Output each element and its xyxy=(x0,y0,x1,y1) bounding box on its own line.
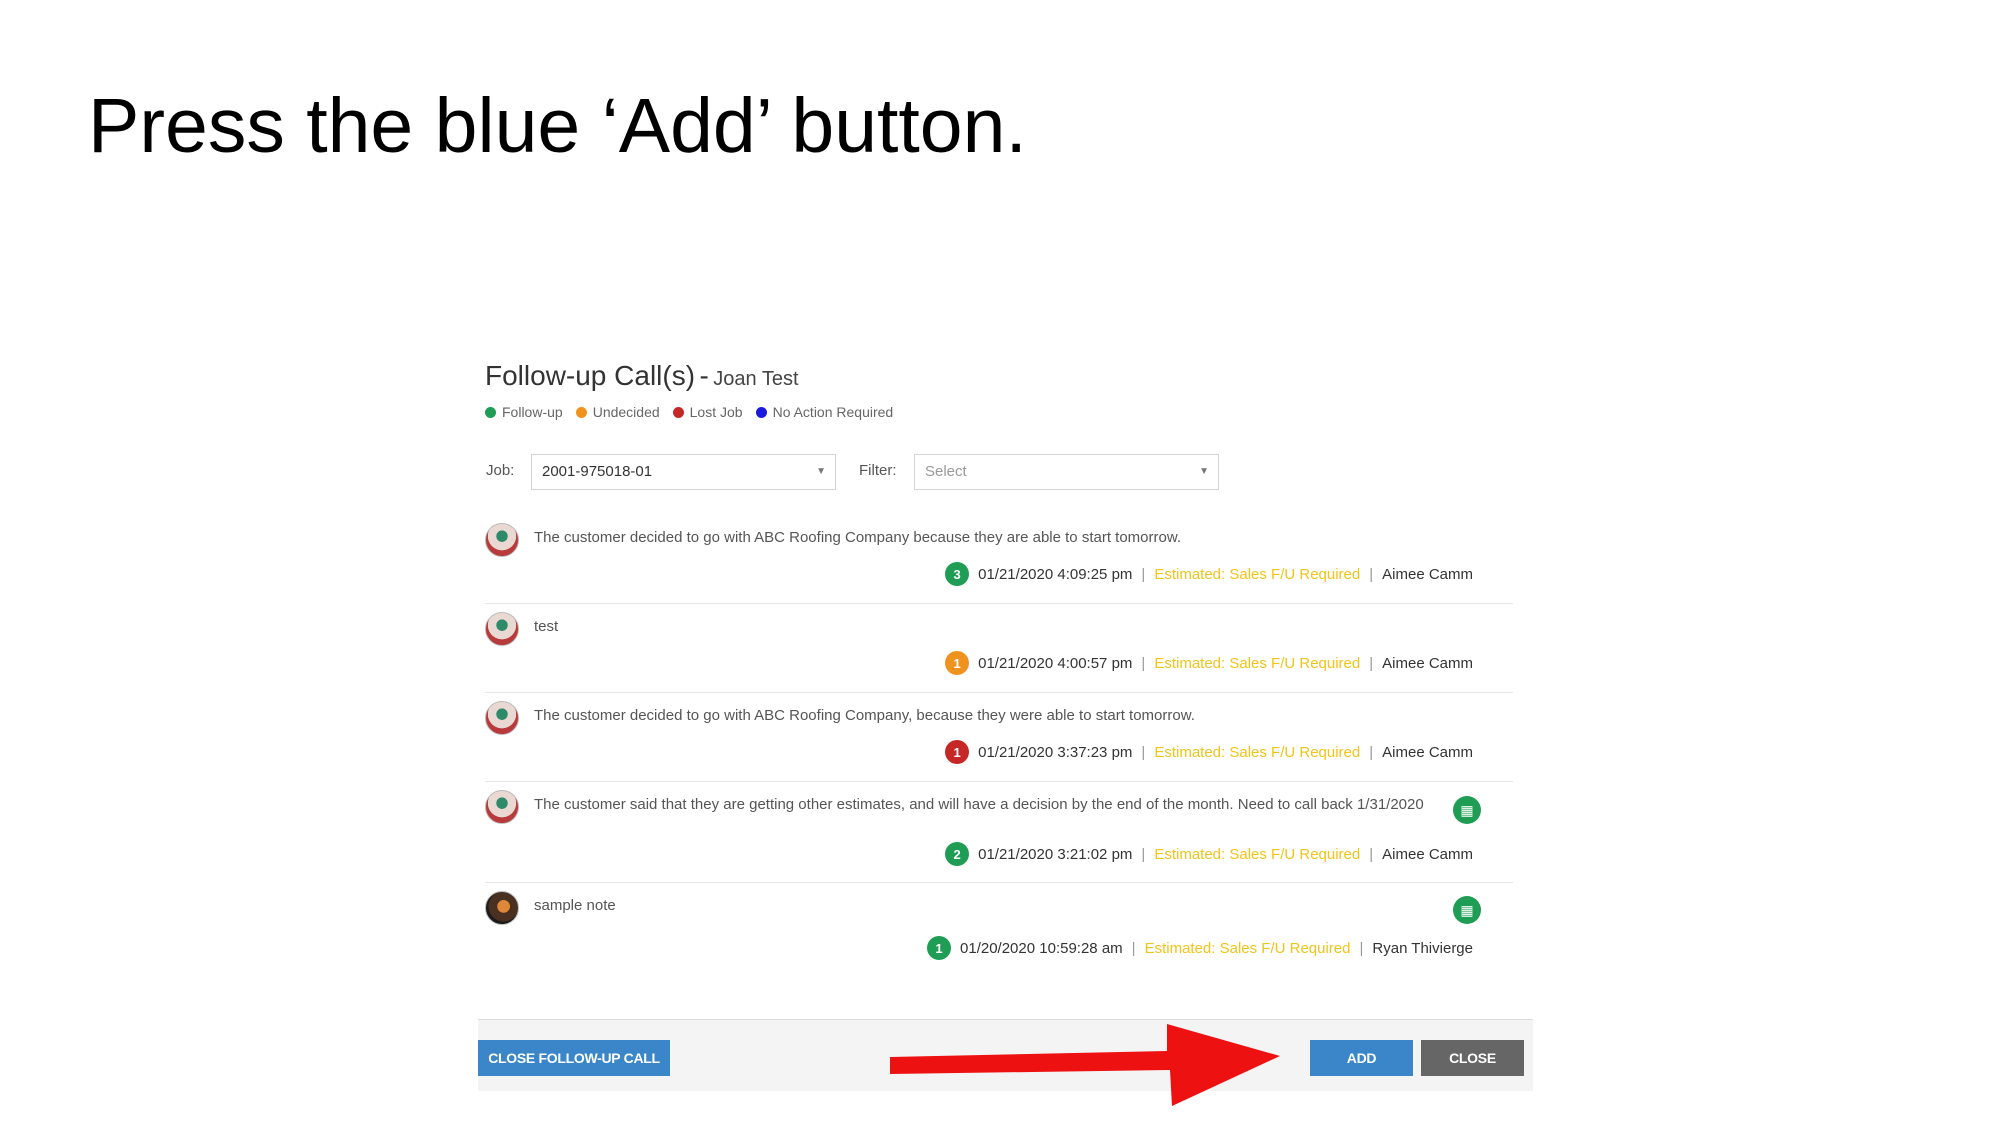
filter-select-placeholder: Select xyxy=(925,463,967,480)
legend-item-undecided: Undecided xyxy=(575,404,660,420)
note-text: The customer decided to go with ABC Roof… xyxy=(534,707,1195,724)
list-item: sample note ▦ 1 01/20/2020 10:59:28 am |… xyxy=(485,883,1513,975)
note-text: The customer said that they are getting … xyxy=(534,796,1424,813)
avatar-icon xyxy=(485,523,519,557)
follow-up-modal: Follow-up Call(s) - Joan Test Follow-up … xyxy=(478,360,1538,1090)
close-follow-up-call-button[interactable]: CLOSE FOLLOW-UP CALL xyxy=(478,1040,670,1076)
slide-instruction: Press the blue ‘Add’ button. xyxy=(88,83,1027,169)
avatar-alt-icon xyxy=(485,891,519,925)
note-author: Aimee Camm xyxy=(1382,565,1473,583)
job-label: Job: xyxy=(486,462,515,479)
list-item: The customer said that they are getting … xyxy=(485,782,1513,883)
meta-separator: | xyxy=(1369,654,1374,672)
no-action-dot-icon xyxy=(755,406,767,418)
note-meta: 1 01/20/2020 10:59:28 am | Estimated: Sa… xyxy=(927,936,1473,960)
note-status: Estimated: Sales F/U Required xyxy=(1154,845,1361,863)
meta-separator: | xyxy=(1369,845,1374,863)
legend-item-follow-up: Follow-up xyxy=(485,404,563,420)
note-author: Aimee Camm xyxy=(1382,654,1473,672)
job-select[interactable]: 2001-975018-01 ▼ xyxy=(531,454,836,490)
meta-separator: | xyxy=(1141,654,1146,672)
calendar-icon[interactable]: ▦ xyxy=(1453,796,1481,824)
notes-list: The customer decided to go with ABC Roof… xyxy=(485,515,1513,975)
follow-up-count-badge: 1 xyxy=(945,740,970,764)
legend-label: Lost Job xyxy=(689,404,743,420)
follow-up-count-badge: 2 xyxy=(945,842,970,866)
status-legend: Follow-up Undecided Lost Job No Action R… xyxy=(485,404,893,420)
note-meta: 1 01/21/2020 3:37:23 pm | Estimated: Sal… xyxy=(945,740,1473,764)
meta-separator: | xyxy=(1359,939,1364,957)
meta-separator: | xyxy=(1141,845,1146,863)
filter-label: Filter: xyxy=(859,462,897,479)
meta-separator: | xyxy=(1141,743,1146,761)
note-status: Estimated: Sales F/U Required xyxy=(1154,565,1361,583)
legend-item-lost-job: Lost Job xyxy=(672,404,743,420)
calendar-icon[interactable]: ▦ xyxy=(1453,896,1481,924)
chevron-down-icon: ▼ xyxy=(1199,466,1209,477)
add-button[interactable]: ADD xyxy=(1310,1040,1413,1076)
undecided-dot-icon xyxy=(575,406,587,418)
modal-header: Follow-up Call(s) - Joan Test xyxy=(485,360,799,392)
note-timestamp: 01/21/2020 3:21:02 pm xyxy=(978,845,1133,863)
legend-label: Undecided xyxy=(592,404,660,420)
meta-separator: | xyxy=(1369,743,1374,761)
modal-title: Follow-up Call(s) xyxy=(485,360,696,391)
follow-up-count-badge: 1 xyxy=(927,936,952,960)
avatar-icon xyxy=(485,790,519,824)
list-item: The customer decided to go with ABC Roof… xyxy=(485,693,1513,782)
note-author: Aimee Camm xyxy=(1382,845,1473,863)
note-status: Estimated: Sales F/U Required xyxy=(1154,654,1361,672)
list-item: test 1 01/21/2020 4:00:57 pm | Estimated… xyxy=(485,604,1513,693)
follow-up-count-badge: 1 xyxy=(945,651,970,675)
note-meta: 3 01/21/2020 4:09:25 pm | Estimated: Sal… xyxy=(945,562,1473,586)
title-separator: - xyxy=(699,360,709,391)
note-text: sample note xyxy=(534,897,616,914)
meta-separator: | xyxy=(1141,565,1146,583)
job-select-value: 2001-975018-01 xyxy=(542,463,653,480)
note-author: Aimee Camm xyxy=(1382,743,1473,761)
note-meta: 2 01/21/2020 3:21:02 pm | Estimated: Sal… xyxy=(945,842,1473,866)
note-timestamp: 01/21/2020 4:00:57 pm xyxy=(978,654,1133,672)
avatar-icon xyxy=(485,701,519,735)
note-timestamp: 01/21/2020 4:09:25 pm xyxy=(978,565,1133,583)
customer-name: Joan Test xyxy=(713,368,799,390)
red-arrow-icon xyxy=(890,1024,1280,1106)
note-timestamp: 01/20/2020 10:59:28 am xyxy=(960,939,1123,957)
note-timestamp: 01/21/2020 3:37:23 pm xyxy=(978,743,1133,761)
avatar-icon xyxy=(485,612,519,646)
list-item: The customer decided to go with ABC Roof… xyxy=(485,515,1513,604)
note-author: Ryan Thivierge xyxy=(1372,939,1473,957)
follow-up-count-badge: 3 xyxy=(945,562,970,586)
legend-label: No Action Required xyxy=(772,404,894,420)
meta-separator: | xyxy=(1131,939,1136,957)
note-meta: 1 01/21/2020 4:00:57 pm | Estimated: Sal… xyxy=(945,651,1473,675)
legend-item-no-action: No Action Required xyxy=(755,404,894,420)
note-status: Estimated: Sales F/U Required xyxy=(1154,743,1361,761)
legend-label: Follow-up xyxy=(502,404,563,420)
close-button[interactable]: CLOSE xyxy=(1421,1040,1524,1076)
note-text: test xyxy=(534,618,559,635)
lost-job-dot-icon xyxy=(672,406,684,418)
meta-separator: | xyxy=(1369,565,1374,583)
note-text: The customer decided to go with ABC Roof… xyxy=(534,529,1182,546)
follow-up-dot-icon xyxy=(485,406,496,418)
note-status: Estimated: Sales F/U Required xyxy=(1144,939,1351,957)
chevron-down-icon: ▼ xyxy=(816,466,826,477)
filter-select[interactable]: Select ▼ xyxy=(914,454,1219,490)
